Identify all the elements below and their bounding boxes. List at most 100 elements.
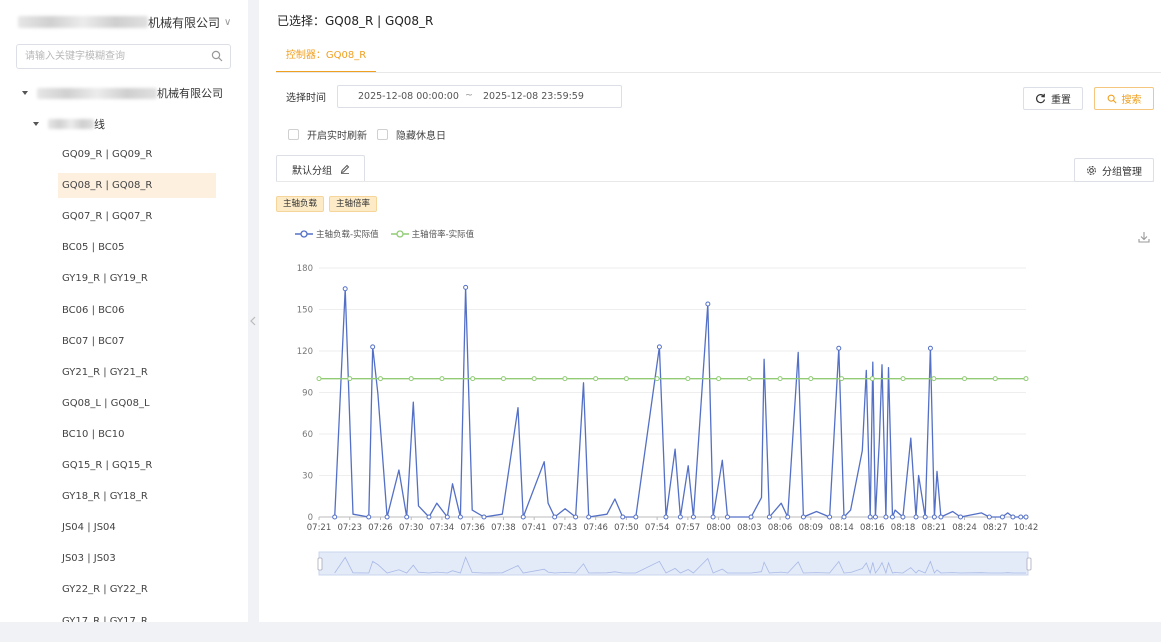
data-point-load[interactable] (384, 514, 390, 520)
data-point-rate[interactable] (377, 376, 383, 382)
caret-down-icon[interactable] (33, 122, 39, 126)
caret-down-icon[interactable] (22, 91, 28, 95)
data-point-rate[interactable] (500, 376, 506, 382)
data-point-load[interactable] (800, 514, 806, 520)
data-point-load[interactable] (342, 286, 348, 292)
data-point-rate[interactable] (316, 376, 322, 382)
data-point-load[interactable] (827, 514, 833, 520)
sidebar-device-item[interactable]: GY22_R | GY22_R (58, 577, 216, 602)
data-point-rate[interactable] (962, 376, 968, 382)
data-point-rate[interactable] (992, 376, 998, 382)
data-point-load[interactable] (690, 514, 696, 520)
tree-line-node[interactable]: 线 (33, 116, 105, 132)
data-point-rate[interactable] (347, 376, 353, 382)
data-point-load[interactable] (913, 514, 919, 520)
data-point-rate[interactable] (623, 376, 629, 382)
data-point-load[interactable] (1018, 514, 1024, 520)
data-point-rate[interactable] (777, 376, 783, 382)
sidebar-device-item[interactable]: GQ08_R | GQ08_R (58, 173, 216, 199)
sidebar-collapse-handle[interactable] (248, 308, 258, 334)
data-point-load[interactable] (724, 514, 730, 520)
data-point-load[interactable] (705, 301, 711, 307)
sidebar-device-item[interactable]: GQ09_R | GQ09_R (58, 142, 216, 167)
data-point-rate[interactable] (716, 376, 722, 382)
data-point-load[interactable] (573, 514, 579, 520)
data-point-load[interactable] (986, 514, 992, 520)
data-point-load[interactable] (1010, 514, 1016, 520)
zoom-handle-left[interactable] (317, 557, 323, 571)
data-point-load[interactable] (552, 514, 558, 520)
sidebar-device-item[interactable]: JS04 | JS04 (58, 515, 216, 540)
data-point-rate[interactable] (900, 376, 906, 382)
data-point-load[interactable] (633, 514, 639, 520)
data-point-load[interactable] (958, 514, 964, 520)
data-point-load[interactable] (710, 514, 716, 520)
device-search-input[interactable] (17, 45, 197, 68)
data-point-rate[interactable] (531, 376, 537, 382)
y-tick-label: 120 (297, 347, 313, 357)
sidebar-device-item[interactable]: GQ07_R | GQ07_R (58, 204, 216, 229)
data-point-rate[interactable] (931, 376, 937, 382)
data-point-load[interactable] (836, 345, 842, 351)
data-point-load[interactable] (404, 514, 410, 520)
data-point-rate[interactable] (654, 376, 660, 382)
data-point-load[interactable] (481, 514, 487, 520)
sidebar-device-item[interactable]: BC07 | BC07 (58, 329, 216, 354)
sidebar-device-item[interactable]: GQ15_R | GQ15_R (58, 453, 216, 478)
data-point-load[interactable] (457, 514, 463, 520)
data-point-load[interactable] (785, 514, 791, 520)
sidebar-device-item[interactable]: GQ08_L | GQ08_L (58, 391, 216, 416)
data-point-load[interactable] (656, 344, 662, 350)
sidebar-device-item[interactable]: GY21_R | GY21_R (58, 360, 216, 385)
data-point-load[interactable] (867, 514, 873, 520)
data-point-load[interactable] (938, 514, 944, 520)
data-point-rate[interactable] (439, 376, 445, 382)
data-point-rate[interactable] (685, 376, 691, 382)
data-point-load[interactable] (444, 514, 450, 520)
data-point-load[interactable] (426, 514, 432, 520)
data-point-load[interactable] (586, 514, 592, 520)
data-point-load[interactable] (766, 514, 772, 520)
data-point-load[interactable] (922, 514, 928, 520)
data-point-load[interactable] (900, 514, 906, 520)
data-point-load[interactable] (463, 284, 469, 290)
chevron-left-icon[interactable] (250, 316, 256, 326)
data-point-load[interactable] (927, 345, 933, 351)
data-point-rate[interactable] (839, 376, 845, 382)
data-point-load[interactable] (841, 514, 847, 520)
zoom-handle-right[interactable] (1026, 557, 1032, 571)
data-point-load[interactable] (999, 514, 1005, 520)
data-point-load[interactable] (332, 514, 338, 520)
data-point-load[interactable] (370, 344, 376, 350)
data-point-load[interactable] (872, 514, 878, 520)
data-point-load[interactable] (520, 514, 526, 520)
data-point-load[interactable] (748, 514, 754, 520)
data-point-load[interactable] (1023, 514, 1029, 520)
data-point-load[interactable] (366, 514, 372, 520)
sidebar-device-item[interactable]: GY19_R | GY19_R (58, 266, 216, 291)
data-point-load[interactable] (677, 514, 683, 520)
sidebar-device-item[interactable]: BC05 | BC05 (58, 235, 216, 260)
sidebar-device-item[interactable]: BC10 | BC10 (58, 422, 216, 447)
search-icon[interactable] (211, 50, 223, 62)
data-point-rate[interactable] (470, 376, 476, 382)
x-tick-label: 07:30 (399, 523, 424, 533)
data-point-rate[interactable] (746, 376, 752, 382)
data-point-rate[interactable] (593, 376, 599, 382)
data-point-load[interactable] (620, 514, 626, 520)
data-point-rate[interactable] (408, 376, 414, 382)
data-point-rate[interactable] (1023, 376, 1029, 382)
data-point-rate[interactable] (808, 376, 814, 382)
sidebar-device-item[interactable]: BC06 | BC06 (58, 298, 216, 323)
company-selector[interactable]: 机械有限公司 ∨ (18, 12, 238, 32)
data-point-rate[interactable] (869, 376, 875, 382)
data-point-load[interactable] (889, 514, 895, 520)
sidebar-device-item[interactable]: GY17_R | GY17_R (58, 609, 216, 623)
data-point-load[interactable] (883, 514, 889, 520)
tree-root-node[interactable]: 机械有限公司 (22, 85, 223, 101)
data-point-load[interactable] (663, 514, 669, 520)
data-point-load[interactable] (931, 514, 937, 520)
sidebar-device-item[interactable]: JS03 | JS03 (58, 546, 216, 571)
sidebar-device-item[interactable]: GY18_R | GY18_R (58, 484, 216, 509)
data-point-rate[interactable] (562, 376, 568, 382)
